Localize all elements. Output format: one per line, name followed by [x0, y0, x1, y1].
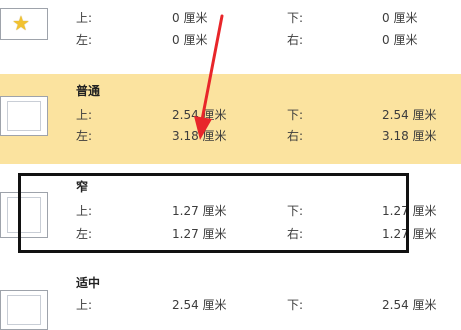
top-label: 上:: [76, 298, 93, 312]
top-value: 2.54 厘米: [172, 298, 227, 312]
bottom-value: 2.54 厘米: [382, 298, 437, 312]
left-label: 左:: [76, 33, 93, 47]
bottom-label: 下:: [287, 108, 304, 122]
page-margin-icon: [0, 290, 48, 330]
bottom-value: 0 厘米: [382, 11, 418, 25]
right-value: 0 厘米: [382, 33, 418, 47]
left-value: 0 厘米: [172, 33, 208, 47]
preset-title: 普通: [76, 84, 101, 98]
left-label: 左:: [76, 129, 93, 143]
left-value: 3.18 厘米: [172, 129, 227, 143]
page-margin-icon: [0, 96, 48, 136]
star-icon: ★: [0, 8, 48, 40]
margin-preset-custom[interactable]: ★ 上: 0 厘米 下: 0 厘米 左: 0 厘米 右: 0 厘米: [0, 0, 461, 62]
top-label: 上:: [76, 11, 93, 25]
bottom-label: 下:: [287, 298, 304, 312]
preset-title: 适中: [76, 276, 101, 290]
right-value: 3.18 厘米: [382, 129, 437, 143]
annotation-highlight-box: [18, 173, 409, 253]
top-value: 2.54 厘米: [172, 108, 227, 122]
right-label: 右:: [287, 129, 304, 143]
margin-preset-normal[interactable]: 普通 上: 2.54 厘米 下: 2.54 厘米 左: 3.18 厘米 右: 3…: [0, 74, 461, 164]
right-label: 右:: [287, 33, 304, 47]
bottom-label: 下:: [287, 11, 304, 25]
margin-preset-moderate[interactable]: 适中 上: 2.54 厘米 下: 2.54 厘米: [0, 264, 461, 330]
bottom-value: 2.54 厘米: [382, 108, 437, 122]
top-label: 上:: [76, 108, 93, 122]
top-value: 0 厘米: [172, 11, 208, 25]
